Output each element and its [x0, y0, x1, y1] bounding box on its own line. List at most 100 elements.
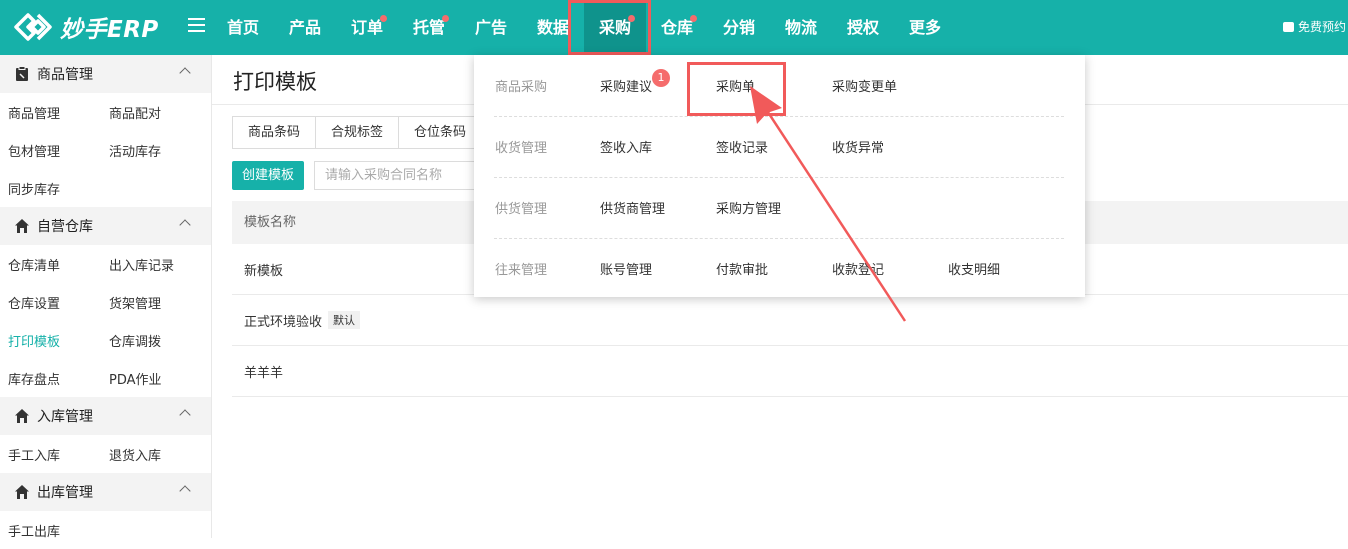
dropdown-item[interactable]: 采购变更单: [832, 76, 897, 95]
chevron-up-icon: [179, 409, 191, 421]
dropdown-item[interactable]: 付款审批: [716, 259, 768, 278]
template-name: 正式环境验收: [244, 314, 323, 330]
nav-item-label: 托管: [412, 18, 445, 37]
tab-1[interactable]: 合规标签: [315, 116, 400, 149]
sidebar-row: 仓库设置 货架管理: [0, 283, 211, 321]
notification-dot: [380, 15, 387, 22]
main-nav: 首页 产品 订单 托管 广告 数据 采购 仓库 分销 物流 授权 更多: [212, 0, 956, 55]
menu-toggle-icon[interactable]: [188, 18, 205, 35]
dropdown-item[interactable]: 签收入库: [600, 137, 652, 156]
dropdown-separator: [494, 116, 1064, 117]
nav-item-label: 物流: [784, 18, 817, 37]
sidebar-group-1[interactable]: 自营仓库: [0, 207, 211, 245]
dropdown-item[interactable]: 签收记录: [716, 137, 768, 156]
nav-item-9[interactable]: 物流: [770, 0, 832, 55]
top-navigation-bar: 妙手ERP 首页 产品 订单 托管 广告 数据 采购 仓库 分销 物流 授权 更多 免费预约: [0, 0, 1348, 55]
sidebar-row: 手工出库: [0, 511, 211, 549]
app-logo[interactable]: 妙手ERP: [12, 9, 159, 45]
sidebar-group-0[interactable]: 商品管理: [0, 55, 211, 93]
sidebar-item[interactable]: 打印模板: [0, 331, 101, 350]
dropdown-item[interactable]: 采购方管理: [716, 198, 781, 217]
sidebar-item[interactable]: 仓库清单: [0, 255, 101, 274]
nav-item-label: 采购: [598, 18, 631, 37]
nav-item-6[interactable]: 采购: [584, 0, 646, 55]
nav-item-label: 首页: [226, 18, 259, 37]
sidebar-item[interactable]: 同步库存: [0, 179, 101, 198]
sidebar-row: 仓库清单 出入库记录: [0, 245, 211, 283]
house-icon: [15, 485, 29, 499]
nav-item-label: 数据: [536, 18, 569, 37]
dropdown-category: 收货管理: [495, 141, 548, 156]
notification-dot: [690, 15, 697, 22]
dropdown-category: 商品采购: [495, 80, 548, 95]
sidebar-row: 库存盘点 PDA作业: [0, 359, 211, 397]
nav-item-3[interactable]: 托管: [398, 0, 460, 55]
dropdown-item[interactable]: 采购单: [716, 76, 755, 95]
sidebar-item[interactable]: 商品管理: [0, 103, 101, 122]
nav-item-10[interactable]: 授权: [832, 0, 894, 55]
sidebar-item[interactable]: 仓库设置: [0, 293, 101, 312]
sidebar-item[interactable]: 活动库存: [101, 141, 202, 160]
sidebar-item[interactable]: PDA作业: [101, 369, 202, 388]
dropdown-separator: [494, 177, 1064, 178]
sidebar-item[interactable]: 包材管理: [0, 141, 101, 160]
template-name: 新模板: [244, 263, 284, 279]
free-appointment-label: 免费预约: [1298, 20, 1347, 34]
sidebar-item[interactable]: 手工出库: [0, 521, 101, 540]
table-row[interactable]: 正式环境验收 默认: [232, 295, 1348, 346]
table-row[interactable]: 羊羊羊: [232, 346, 1348, 397]
sidebar-item[interactable]: 退货入库: [101, 445, 202, 464]
clipboard-icon: [16, 66, 28, 81]
tab-2[interactable]: 仓位条码: [398, 116, 483, 149]
dropdown-item[interactable]: 收支明细: [948, 259, 1000, 278]
notification-dot: [442, 15, 449, 22]
create-template-button[interactable]: 创建模板: [232, 161, 304, 190]
nav-item-label: 更多: [908, 18, 941, 37]
sidebar-group-3[interactable]: 出库管理: [0, 473, 211, 511]
sidebar: 商品管理 商品管理 商品配对 包材管理 活动库存 同步库存 自营仓库 仓库清单 出入库记录 仓库设…: [0, 55, 212, 540]
notification-dot: [628, 15, 635, 22]
template-tabs: 商品条码 合规标签 仓位条码: [232, 116, 483, 149]
sidebar-item[interactable]: 仓库调拨: [101, 331, 202, 350]
sidebar-group-2[interactable]: 入库管理: [0, 397, 211, 435]
free-appointment-link[interactable]: 免费预约: [1283, 18, 1346, 35]
sidebar-group-title: 商品管理: [37, 67, 93, 83]
house-icon: [15, 219, 29, 233]
nav-item-1[interactable]: 产品: [274, 0, 336, 55]
purchase-dropdown-menu: 商品采购 采购建议 采购单 采购变更单收货管理 签收入库 签收记录 收货异常供货管理 供货商管…: [474, 55, 1085, 297]
dropdown-item[interactable]: 供货商管理: [600, 198, 665, 217]
sidebar-group-title: 入库管理: [37, 409, 93, 425]
sidebar-row: 商品管理 商品配对: [0, 93, 211, 131]
nav-item-label: 广告: [474, 18, 507, 37]
nav-item-7[interactable]: 仓库: [646, 0, 708, 55]
nav-item-label: 授权: [846, 18, 879, 37]
dropdown-item[interactable]: 账号管理: [600, 259, 652, 278]
nav-item-label: 产品: [288, 18, 321, 37]
dropdown-category: 供货管理: [495, 202, 548, 217]
tab-0[interactable]: 商品条码: [232, 116, 317, 149]
nav-item-8[interactable]: 分销: [708, 0, 770, 55]
nav-item-4[interactable]: 广告: [460, 0, 522, 55]
nav-item-5[interactable]: 数据: [522, 0, 584, 55]
nav-item-label: 仓库: [660, 18, 693, 37]
page-title: 打印模板: [233, 70, 317, 94]
dropdown-item[interactable]: 采购建议: [600, 76, 652, 95]
dropdown-separator: [494, 238, 1064, 239]
suggestion-count-badge: 1: [652, 69, 670, 87]
nav-item-11[interactable]: 更多: [894, 0, 956, 55]
dropdown-item[interactable]: 收款登记: [832, 259, 884, 278]
logo-icon: [14, 13, 52, 41]
sidebar-item[interactable]: 手工入库: [0, 445, 101, 464]
nav-item-label: 订单: [350, 18, 383, 37]
nav-item-0[interactable]: 首页: [212, 0, 274, 55]
sidebar-item[interactable]: 商品配对: [101, 103, 202, 122]
sidebar-item[interactable]: 货架管理: [101, 293, 202, 312]
nav-item-2[interactable]: 订单: [336, 0, 398, 55]
contract-search-input[interactable]: [314, 161, 484, 190]
sidebar-item[interactable]: 库存盘点: [0, 369, 101, 388]
sidebar-row: 手工入库 退货入库: [0, 435, 211, 473]
dropdown-item[interactable]: 收货异常: [832, 137, 884, 156]
default-badge: 默认: [328, 311, 361, 329]
sidebar-row: 包材管理 活动库存: [0, 131, 211, 169]
sidebar-item[interactable]: 出入库记录: [101, 255, 202, 274]
